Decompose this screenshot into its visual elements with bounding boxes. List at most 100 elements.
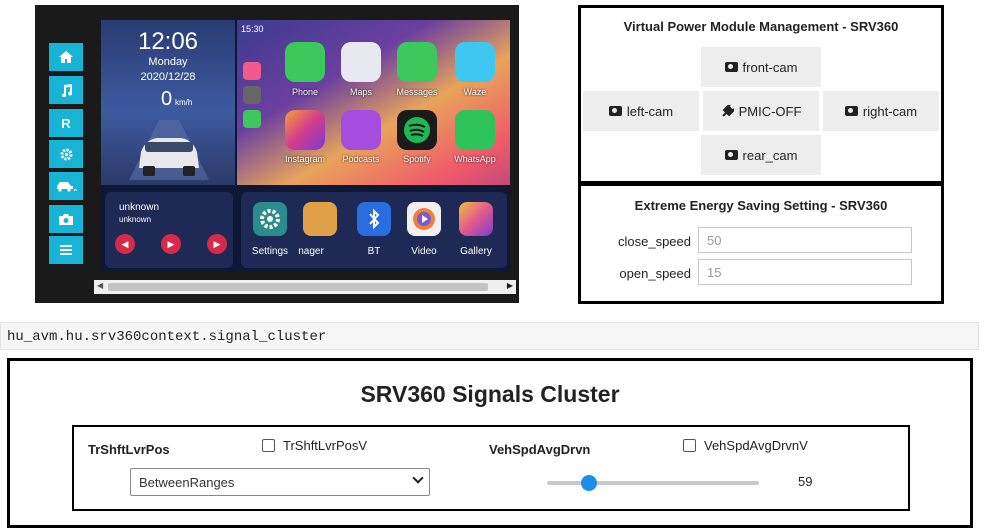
settings-app-icon[interactable] <box>253 202 287 236</box>
signals-box: TrShftLvrPos TrShftLvrPosV VehSpdAvgDrvn… <box>72 425 910 511</box>
whatsapp-app-icon[interactable] <box>455 110 495 150</box>
close-speed-input[interactable] <box>698 227 912 253</box>
scroll-left-icon[interactable]: ◀ <box>97 281 103 290</box>
app-label: Messages <box>396 87 438 97</box>
radio-button[interactable]: R <box>49 109 83 137</box>
vehicle-speed-valid-checkbox[interactable] <box>683 439 696 452</box>
media-subtitle: unknown <box>119 215 152 224</box>
spotify-icon <box>404 117 430 143</box>
bluetooth-app-icon[interactable] <box>357 202 391 236</box>
dock-label: BT <box>367 246 381 257</box>
pmic-off-label: PMIC-OFF <box>738 103 802 119</box>
media-widget: unknown unknown ◀ ▶ ▶ <box>105 192 233 268</box>
podcasts-app-icon[interactable] <box>341 110 381 150</box>
rear-cam-label: rear_cam <box>742 147 798 163</box>
front-cam-button[interactable]: front-cam <box>701 47 821 87</box>
chevron-down-icon <box>412 472 424 484</box>
right-cam-label: right-cam <box>862 103 918 119</box>
waze-app-icon[interactable] <box>455 42 495 82</box>
camera-icon <box>724 62 738 72</box>
camera-icon <box>844 106 858 116</box>
slider-thumb[interactable] <box>581 475 598 491</box>
scroll-right-icon[interactable]: ▶ <box>507 281 513 290</box>
messages-app-icon[interactable] <box>397 42 437 82</box>
next-icon: ▶ <box>213 238 221 249</box>
next-button[interactable]: ▶ <box>207 234 227 254</box>
car-illustration <box>129 120 209 180</box>
horizontal-scrollbar[interactable]: ◀ ▶ <box>94 280 516 294</box>
previous-button[interactable]: ◀ <box>115 234 135 254</box>
status-time: 15:30 <box>241 24 264 34</box>
music-icon <box>62 83 72 97</box>
speed-readout: 0 <box>161 88 173 110</box>
vehicle-speed-slider[interactable] <box>547 475 759 491</box>
maps-app-icon[interactable] <box>341 42 381 82</box>
context-path: hu_avm.hu.srv360context.signal_cluster <box>0 322 979 350</box>
signals-cluster-panel: SRV360 Signals Cluster TrShftLvrPos TrSh… <box>7 358 973 528</box>
pmic-off-button[interactable]: PMIC-OFF <box>703 91 819 131</box>
spotify-app-icon[interactable] <box>397 110 437 150</box>
vehicle-speed-valid-toggle[interactable]: VehSpdAvgDrvnV <box>683 438 808 453</box>
right-cam-button[interactable]: right-cam <box>823 91 939 131</box>
car-icon <box>57 182 77 192</box>
app-label: Instagram <box>284 154 326 164</box>
dock-label: Gallery <box>460 246 492 257</box>
shift-lever-select[interactable]: BetweenRanges <box>130 468 430 496</box>
app-label: Podcasts <box>342 154 380 164</box>
instagram-app-icon[interactable] <box>285 110 325 150</box>
play-icon: ▶ <box>167 238 175 249</box>
dashboard-widget: 12:06 Monday 2020/12/28 0 km/h <box>101 20 235 185</box>
speed-unit: km/h <box>175 98 193 107</box>
previous-icon: ◀ <box>121 238 129 249</box>
shift-lever-valid-checkbox[interactable] <box>262 439 275 452</box>
left-cam-label: left-cam <box>626 103 674 119</box>
app-label: WhatsApp <box>454 154 496 164</box>
file-manager-app-icon[interactable] <box>303 202 337 236</box>
home-icon <box>59 51 73 63</box>
shift-lever-valid-label: TrShftLvrPosV <box>283 438 368 453</box>
open-speed-input[interactable] <box>698 259 912 285</box>
menu-button[interactable] <box>49 236 83 264</box>
gallery-app-icon[interactable] <box>459 202 493 236</box>
shift-lever-selected-value: BetweenRanges <box>139 475 235 490</box>
settings-button[interactable] <box>49 140 83 168</box>
vehicle-button[interactable] <box>49 172 83 200</box>
plug-icon <box>721 104 734 117</box>
power-module-panel: Virtual Power Module Management - SRV360… <box>578 5 944 184</box>
dock-label: Video <box>411 246 437 257</box>
close-speed-label: close_speed <box>618 234 691 249</box>
camera-button[interactable] <box>49 205 83 233</box>
camera-icon <box>724 150 738 160</box>
signal-shortcut-icon <box>243 86 261 104</box>
phone-app-icon[interactable] <box>285 42 325 82</box>
home-button[interactable] <box>49 43 83 71</box>
camera-icon <box>608 106 622 116</box>
clock-time: 12:06 <box>137 28 199 55</box>
rear-cam-button[interactable]: rear_cam <box>701 135 821 175</box>
vehicle-speed-signal-name: VehSpdAvgDrvn <box>489 442 591 457</box>
shift-lever-valid-toggle[interactable]: TrShftLvrPosV <box>262 438 367 453</box>
cluster-title: SRV360 Signals Cluster <box>360 381 620 407</box>
scrollbar-thumb[interactable] <box>108 283 488 291</box>
clock-day: Monday <box>148 56 188 68</box>
vehicle-speed-valid-label: VehSpdAvgDrvnV <box>704 438 808 453</box>
app-grid: 15:30 Phone Maps Messages Waze Instagram… <box>237 20 510 185</box>
video-app-icon[interactable] <box>407 202 441 236</box>
shift-lever-signal-name: TrShftLvrPos <box>88 442 170 457</box>
energy-saving-panel: Extreme Energy Saving Setting - SRV360 c… <box>578 183 944 304</box>
camera-icon <box>59 213 73 225</box>
app-label: Spotify <box>403 154 431 164</box>
phone-shortcut-icon[interactable] <box>243 110 261 128</box>
music-shortcut-icon[interactable] <box>243 62 261 80</box>
menu-icon <box>60 245 72 255</box>
play-pause-button[interactable]: ▶ <box>161 234 181 254</box>
gear-icon <box>260 209 280 229</box>
music-button[interactable] <box>49 76 83 104</box>
carplay-screen: 12:06 Monday 2020/12/28 0 km/h 15:30 Pho… <box>101 20 510 272</box>
video-icon <box>413 208 435 230</box>
open-speed-label: open_speed <box>619 266 691 281</box>
app-label: Phone <box>291 87 319 97</box>
left-cam-button[interactable]: left-cam <box>583 91 699 131</box>
clock-date: 2020/12/28 <box>140 71 196 83</box>
r-icon: R <box>61 115 71 131</box>
